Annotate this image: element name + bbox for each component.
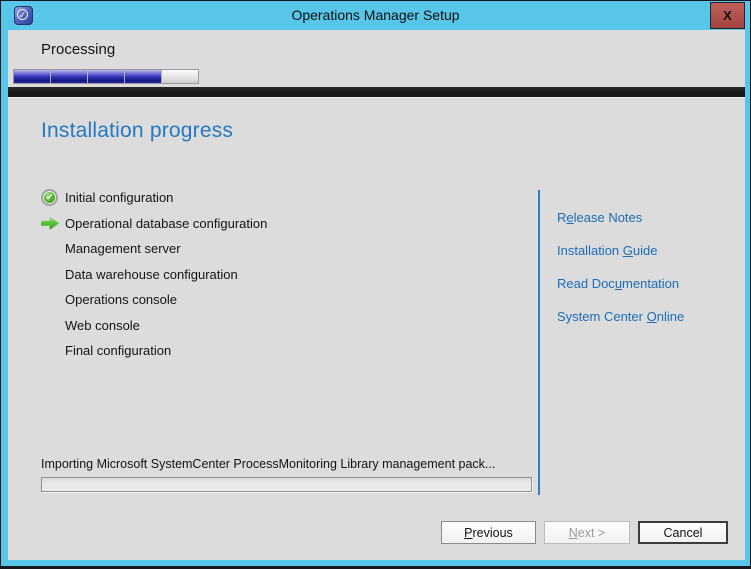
arrow-icon <box>41 216 59 230</box>
step-row: Final configuration <box>41 338 267 364</box>
step-row: Initial configuration <box>41 185 267 211</box>
content-panel: Processing Installation progress Initial… <box>8 30 745 560</box>
step-label: Operations console <box>65 292 178 308</box>
step-row: Operations console <box>41 287 267 313</box>
wizard-progress-indicator <box>13 69 199 84</box>
help-links: Release Notes Installation Guide Read Do… <box>557 210 684 342</box>
step-row: Data warehouse configuration <box>41 262 267 288</box>
progress-segment-filled <box>88 70 125 83</box>
check-icon <box>41 189 58 207</box>
step-row: Web console <box>41 313 267 339</box>
link-installation-guide[interactable]: Installation Guide <box>557 243 684 258</box>
progress-segment-empty <box>162 70 198 83</box>
step-label: Final configuration <box>65 343 172 359</box>
step-label: Operational database configuration <box>65 215 268 231</box>
previous-button[interactable]: Previous <box>441 521 536 544</box>
setup-window: ✓ Operations Manager Setup X Processing … <box>0 0 751 569</box>
page-title: Installation progress <box>41 119 234 142</box>
link-system-center-online[interactable]: System Center Online <box>557 309 684 324</box>
progress-segment-filled <box>125 70 162 83</box>
links-divider <box>538 190 540 495</box>
step-label: Web console <box>65 317 140 333</box>
current-task-status: Importing Microsoft SystemCenter Process… <box>41 457 496 471</box>
step-row: Operational database configuration <box>41 211 267 237</box>
step-label: Data warehouse configuration <box>65 266 238 282</box>
close-icon[interactable]: X <box>710 2 745 29</box>
step-label: Management server <box>65 241 181 257</box>
link-read-documentation[interactable]: Read Documentation <box>557 276 684 291</box>
task-progress-bar <box>41 477 532 492</box>
installation-steps-list: Initial configuration Operational databa… <box>41 185 267 364</box>
next-button[interactable]: Next > <box>544 521 630 544</box>
step-label: Initial configuration <box>65 190 174 206</box>
step-row: Management server <box>41 236 267 262</box>
wizard-stage-title: Processing <box>41 41 116 58</box>
header-separator-band <box>8 87 745 98</box>
cancel-button[interactable]: Cancel <box>638 521 728 544</box>
link-release-notes[interactable]: Release Notes <box>557 210 684 225</box>
window-title: Operations Manager Setup <box>291 7 460 23</box>
progress-segment-filled <box>51 70 88 83</box>
progress-segment-filled <box>14 70 51 83</box>
titlebar[interactable]: ✓ Operations Manager Setup X <box>1 1 750 30</box>
